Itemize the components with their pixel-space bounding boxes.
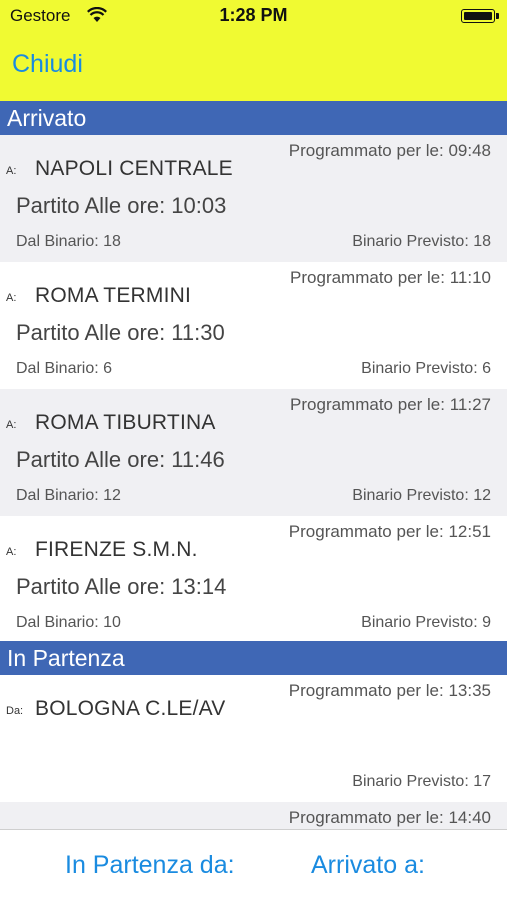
- expected-track: Binario Previsto: 6: [361, 360, 491, 377]
- departed-time: Partito Alle ore: 11:30: [16, 320, 225, 345]
- from-track: Dal Binario: 6: [16, 360, 113, 377]
- from-track: Dal Binario: 10: [16, 614, 121, 631]
- section-header-departing: In Partenza: [0, 641, 507, 675]
- from-track: Dal Binario: 18: [16, 233, 121, 250]
- scheduled-time: Programmato per le: 13:35: [288, 681, 491, 700]
- departed-time: Partito Alle ore: 11:46: [16, 447, 225, 472]
- direction-prefix: A:: [6, 419, 17, 431]
- scheduled-time: Programmato per le: 11:10: [290, 268, 491, 287]
- section-header-arrived: Arrivato: [0, 101, 507, 135]
- list-item[interactable]: Programmato per le: 11:10 A: ROMA TERMIN…: [0, 262, 507, 389]
- departed-time: Partito Alle ore: 10:03: [16, 193, 227, 218]
- from-track: Dal Binario: 12: [16, 487, 121, 504]
- arrived-at-button[interactable]: Arrivato a:: [311, 851, 425, 880]
- station-name: NAPOLI CENTRALE: [35, 157, 233, 180]
- departing-from-button[interactable]: In Partenza da:: [65, 851, 235, 880]
- expected-track: Binario Previsto: 12: [352, 487, 491, 504]
- status-bar: Gestore 1:28 PM: [0, 0, 507, 32]
- expected-track: Binario Previsto: 9: [361, 614, 491, 631]
- bottom-toolbar: In Partenza da: Arrivato a:: [0, 830, 507, 900]
- scheduled-time: Programmato per le: 09:48: [288, 141, 491, 160]
- clock: 1:28 PM: [219, 5, 288, 25]
- scheduled-time: Programmato per le: 14:40: [288, 808, 491, 827]
- top-bar: Gestore 1:28 PM Chiudi: [0, 0, 507, 101]
- app-screen: Gestore 1:28 PM Chiudi Arrivato Programm…: [0, 0, 507, 900]
- battery-tip: [496, 13, 499, 19]
- expected-track: Binario Previsto: 18: [352, 233, 491, 250]
- scheduled-time: Programmato per le: 11:27: [290, 395, 491, 414]
- direction-prefix: A:: [6, 546, 17, 558]
- station-name: ROMA TERMINI: [35, 284, 192, 307]
- list-item[interactable]: Programmato per le: 09:48 A: NAPOLI CENT…: [0, 135, 507, 262]
- direction-prefix: Da:: [6, 705, 24, 717]
- direction-prefix: A:: [6, 165, 17, 177]
- departed-time: Partito Alle ore: 13:14: [16, 574, 227, 599]
- direction-prefix: A:: [6, 292, 17, 304]
- station-name: ROMA TIBURTINA: [35, 411, 216, 434]
- list-item[interactable]: Programmato per le: 12:51 A: FIRENZE S.M…: [0, 516, 507, 643]
- list-item[interactable]: Programmato per le: 13:35 Da: BOLOGNA C.…: [0, 675, 507, 802]
- expected-track: Binario Previsto: 17: [352, 773, 491, 790]
- scheduled-time: Programmato per le: 12:51: [288, 522, 491, 541]
- list-item[interactable]: Programmato per le: 11:27 A: ROMA TIBURT…: [0, 389, 507, 516]
- battery-icon: [461, 9, 495, 23]
- close-button[interactable]: Chiudi: [12, 50, 83, 79]
- station-name: BOLOGNA C.LE/AV: [35, 697, 226, 720]
- station-name: FIRENZE S.M.N.: [35, 538, 198, 561]
